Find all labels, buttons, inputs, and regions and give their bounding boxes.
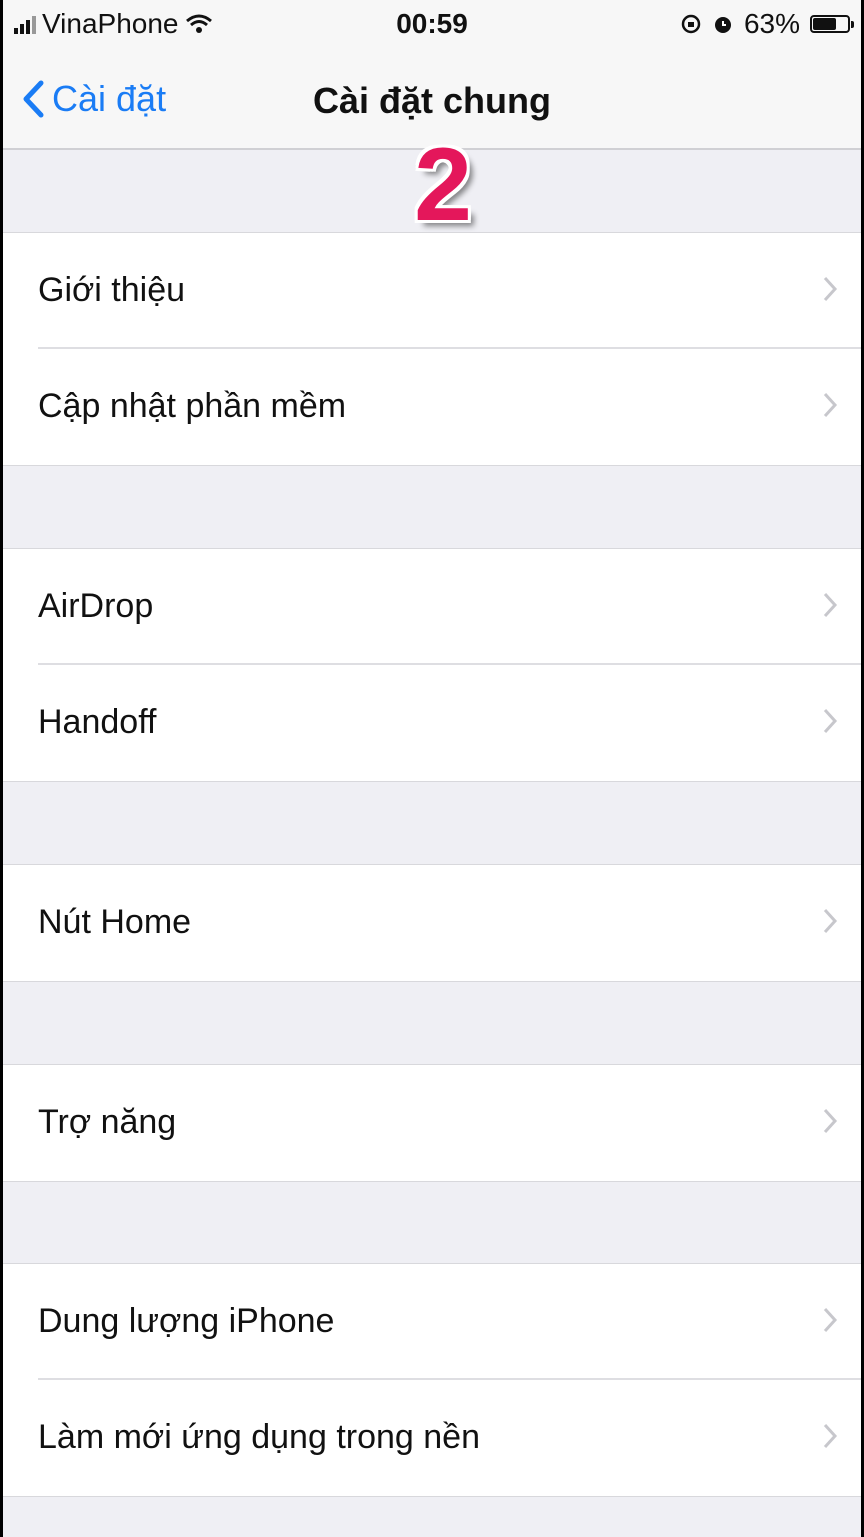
chevron-right-icon — [823, 276, 838, 302]
row-label: Handoff — [38, 703, 157, 741]
settings-group-3: Nút Home — [0, 864, 864, 982]
settings-row[interactable]: Nút Home — [0, 865, 864, 981]
step-number-marker: 2 — [414, 127, 472, 243]
alarm-icon — [714, 17, 731, 33]
settings-group-1: Giới thiệu Cập nhật phần mềm — [0, 232, 864, 466]
row-label: AirDrop — [38, 587, 154, 625]
status-bar: VinaPhone 00:59 63% — [0, 0, 864, 52]
chevron-right-icon — [823, 392, 838, 418]
chevron-right-icon — [823, 592, 838, 618]
settings-group-2: AirDrop Handoff — [0, 548, 864, 782]
chevron-right-icon — [823, 908, 838, 934]
row-label: Trợ năng — [38, 1103, 177, 1141]
settings-row[interactable]: Giới thiệu — [0, 233, 864, 349]
row-label: Làm mới ứng dụng trong nền — [38, 1418, 480, 1456]
chevron-right-icon — [823, 708, 838, 734]
settings-group-4: Trợ năng — [0, 1064, 864, 1182]
battery-percent: 63% — [743, 8, 800, 39]
settings-row[interactable]: Trợ năng — [0, 1065, 864, 1181]
status-right: 63% — [680, 8, 854, 40]
page-title: Cài đặt chung — [312, 80, 551, 121]
settings-row[interactable]: Dung lượng iPhone — [0, 1264, 864, 1380]
settings-group-5: Dung lượng iPhone Làm mới ứng dụng trong… — [0, 1263, 864, 1497]
row-label: Cập nhật phần mềm — [38, 387, 347, 425]
orientation-lock-icon — [681, 14, 701, 34]
battery-icon — [810, 15, 854, 33]
row-label: Nút Home — [38, 903, 192, 941]
battery-fill — [813, 18, 836, 30]
row-label: Dung lượng iPhone — [38, 1302, 335, 1340]
chevron-right-icon — [823, 1423, 838, 1449]
settings-row[interactable]: AirDrop — [0, 549, 864, 665]
row-label: Giới thiệu — [38, 271, 186, 309]
settings-row[interactable]: Handoff — [0, 665, 864, 781]
settings-row[interactable]: Làm mới ứng dụng trong nền — [0, 1380, 864, 1496]
chevron-right-icon — [823, 1108, 838, 1134]
chevron-right-icon — [823, 1307, 838, 1333]
settings-row[interactable]: Cập nhật phần mềm — [0, 349, 864, 465]
